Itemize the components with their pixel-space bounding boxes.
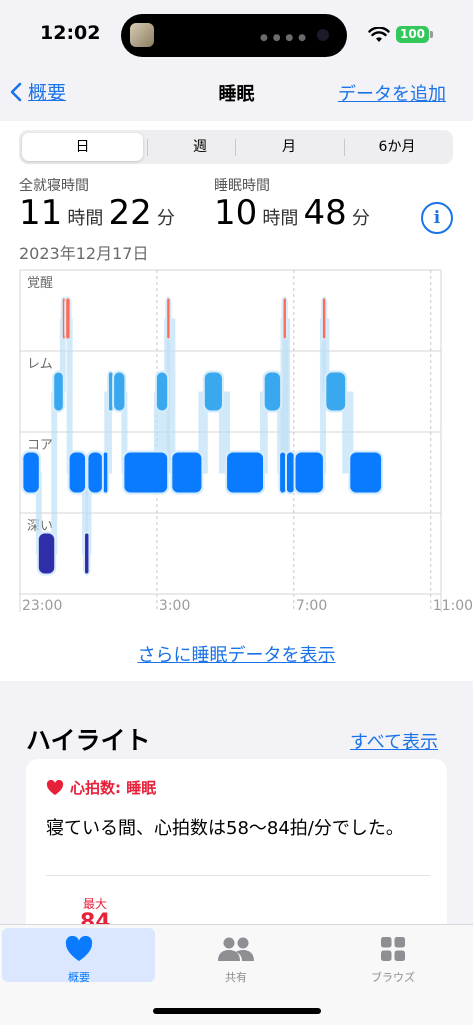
info-icon[interactable]: i — [421, 202, 453, 234]
asleep-minutes: 48 — [303, 193, 347, 233]
highlight-category-label: 心拍数: 睡眠 — [70, 779, 157, 797]
chart-segment — [286, 452, 294, 493]
tab-browse[interactable]: ブラウズ — [318, 925, 468, 985]
chart-segment — [280, 452, 286, 493]
chart-segment — [103, 452, 108, 493]
asleep-label: 睡眠時間 — [214, 178, 270, 194]
period-segmented-control[interactable]: 日 週 月 6か月 — [19, 130, 453, 164]
chart-segment — [283, 298, 286, 339]
sleep-stages-chart[interactable]: 23:003:007:0011:00覚醒レムコア深い — [0, 265, 473, 615]
highlight-divider — [46, 875, 430, 876]
battery-tip — [430, 31, 433, 38]
grid-icon — [381, 937, 405, 961]
camera-dot — [317, 29, 329, 41]
in-bed-label: 全就寝時間 — [19, 178, 89, 194]
chart-segment — [156, 372, 168, 411]
people-icon — [218, 937, 254, 961]
asleep-value: 10 時間 48 分 — [214, 193, 370, 233]
chart-time-label: 3:00 — [159, 598, 190, 614]
chart-segment — [69, 452, 86, 493]
highlight-category: 心拍数: 睡眠 — [46, 777, 156, 798]
audio-wave-icon: ● ● ● ● — [260, 33, 307, 43]
heart-icon — [65, 935, 93, 961]
in-bed-value: 11 時間 22 分 — [19, 193, 175, 233]
asleep-hours: 10 — [214, 193, 258, 233]
in-bed-hours: 11 — [19, 193, 63, 233]
chart-stage-label: 覚醒 — [27, 276, 53, 291]
home-indicator — [153, 1008, 321, 1014]
segment-day[interactable]: 日 — [22, 130, 143, 164]
tab-summary[interactable]: 概要 — [4, 925, 154, 985]
chart-segment — [54, 372, 63, 411]
chart-transition — [282, 318, 290, 474]
tab-sharing[interactable]: 共有 — [161, 925, 311, 985]
chart-segment — [227, 452, 264, 493]
chart-transition — [51, 391, 58, 555]
chart-segment — [264, 372, 281, 411]
chart-segment — [85, 533, 89, 574]
asleep-hours-unit: 時間 — [262, 208, 299, 229]
tab-sharing-label: 共有 — [225, 971, 247, 984]
segment-six-months[interactable]: 6か月 — [344, 130, 450, 164]
chart-transition — [66, 318, 73, 474]
highlight-text: 寝ている間、心拍数は58～84拍/分でした。 — [46, 818, 404, 839]
battery-indicator: 100 — [396, 26, 429, 43]
chart-segment — [322, 298, 326, 339]
status-time: 12:02 — [40, 22, 101, 44]
in-bed-minutes-unit: 分 — [156, 208, 175, 229]
asleep-minutes-unit: 分 — [351, 208, 370, 229]
sleep-date: 2023年12月17日 — [19, 244, 149, 263]
now-playing-thumbnail — [130, 23, 154, 47]
chart-segment — [88, 452, 103, 493]
chart-segment — [23, 452, 39, 493]
chart-segment — [66, 298, 70, 339]
chart-stage-label: レム — [27, 357, 53, 372]
chart-segment — [326, 372, 346, 411]
in-bed-hours-unit: 時間 — [67, 208, 104, 229]
chart-time-label: 11:00 — [433, 598, 473, 614]
chart-segment — [172, 452, 202, 493]
dynamic-island[interactable]: ● ● ● ● — [121, 14, 347, 57]
tab-browse-label: ブラウズ — [371, 971, 415, 984]
wifi-icon — [368, 27, 390, 42]
highlights-heading: ハイライト — [26, 726, 151, 755]
chart-segment — [108, 372, 113, 411]
chart-segment — [204, 372, 222, 411]
show-more-sleep-data-link[interactable]: さらに睡眠データを表示 — [0, 641, 473, 667]
chart-time-label: 7:00 — [296, 598, 327, 614]
chart-segment — [114, 372, 125, 411]
chart-segment — [124, 452, 168, 493]
chart-segment — [295, 452, 323, 493]
tab-summary-label: 概要 — [68, 971, 90, 984]
add-data-button[interactable]: データを追加 — [338, 80, 446, 106]
show-all-highlights-link[interactable]: すべて表示 — [350, 728, 438, 754]
heart-icon — [46, 779, 64, 795]
chart-segment — [167, 298, 170, 339]
chart-segment — [38, 533, 55, 574]
chart-segment — [350, 452, 382, 493]
in-bed-minutes: 22 — [108, 193, 152, 233]
chart-time-label: 23:00 — [22, 598, 62, 614]
segment-month[interactable]: 月 — [235, 130, 343, 164]
